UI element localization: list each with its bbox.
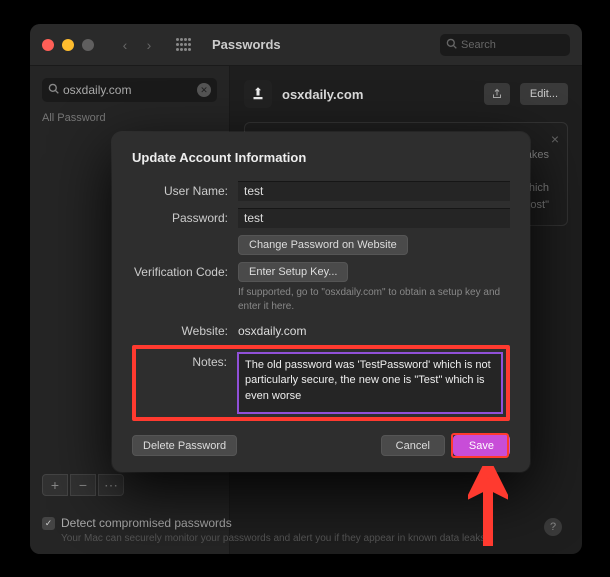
add-button[interactable]: + (42, 474, 68, 496)
notes-label: Notes: (139, 352, 237, 369)
username-label: User Name: (132, 181, 238, 198)
notes-row: Notes: (139, 352, 503, 414)
update-account-dialog: Update Account Information User Name: Pa… (112, 132, 530, 472)
setup-key-button[interactable]: Enter Setup Key... (238, 262, 348, 282)
dialog-buttons: Delete Password Cancel Save (132, 435, 510, 456)
website-row: Website: osxdaily.com (132, 321, 510, 338)
detect-compromised-checkbox[interactable]: ✓ (42, 517, 55, 530)
window-controls (42, 39, 94, 51)
remove-button[interactable]: − (70, 474, 96, 496)
search-icon (48, 83, 59, 97)
titlebar: ‹ › Passwords Search (30, 24, 582, 66)
cancel-button[interactable]: Cancel (381, 435, 445, 456)
zoom-window-button[interactable] (82, 39, 94, 51)
window-title: Passwords (212, 37, 281, 52)
arrow-annotation (468, 466, 508, 551)
website-label: Website: (132, 321, 238, 338)
website-value: osxdaily.com (238, 321, 510, 338)
close-icon[interactable]: × (551, 131, 559, 147)
verification-row: Verification Code: Enter Setup Key... If… (132, 262, 510, 314)
sidebar-toolbar: + − ⋯ (42, 474, 124, 496)
site-header: osxdaily.com Edit... (244, 80, 568, 108)
site-name: osxdaily.com (282, 87, 474, 102)
username-row: User Name: (132, 181, 510, 201)
close-window-button[interactable] (42, 39, 54, 51)
notes-highlight-annotation: Notes: (132, 345, 510, 421)
sidebar-search-value: osxdaily.com (63, 83, 193, 97)
minimize-window-button[interactable] (62, 39, 74, 51)
checkbox-label: Detect compromised passwords (61, 516, 232, 530)
save-button[interactable]: Save (453, 435, 510, 456)
password-input[interactable] (238, 208, 510, 228)
sidebar-search[interactable]: osxdaily.com ✕ (42, 78, 217, 102)
change-password-row: Change Password on Website (132, 235, 510, 255)
change-password-button[interactable]: Change Password on Website (238, 235, 408, 255)
delete-password-button[interactable]: Delete Password (132, 435, 237, 456)
grid-icon[interactable] (176, 38, 194, 52)
username-input[interactable] (238, 181, 510, 201)
titlebar-search[interactable]: Search (440, 34, 570, 56)
share-button[interactable] (484, 83, 510, 105)
verification-hint: If supported, go to "osxdaily.com" to ob… (238, 286, 510, 314)
forward-button[interactable]: › (138, 34, 160, 56)
site-icon (244, 80, 272, 108)
nav-arrows: ‹ › (114, 34, 160, 56)
more-button[interactable]: ⋯ (98, 474, 124, 496)
password-label: Password: (132, 208, 238, 225)
search-placeholder: Search (461, 39, 496, 51)
verification-label: Verification Code: (132, 262, 238, 314)
sidebar-filter-label: All Password (42, 112, 217, 124)
password-row: Password: (132, 208, 510, 228)
help-icon[interactable]: ? (544, 518, 562, 536)
back-button[interactable]: ‹ (114, 34, 136, 56)
notes-textarea[interactable] (237, 352, 503, 414)
search-icon (446, 38, 457, 52)
clear-search-icon[interactable]: ✕ (197, 83, 211, 97)
dialog-title: Update Account Information (132, 150, 510, 165)
edit-button[interactable]: Edit... (520, 83, 568, 105)
